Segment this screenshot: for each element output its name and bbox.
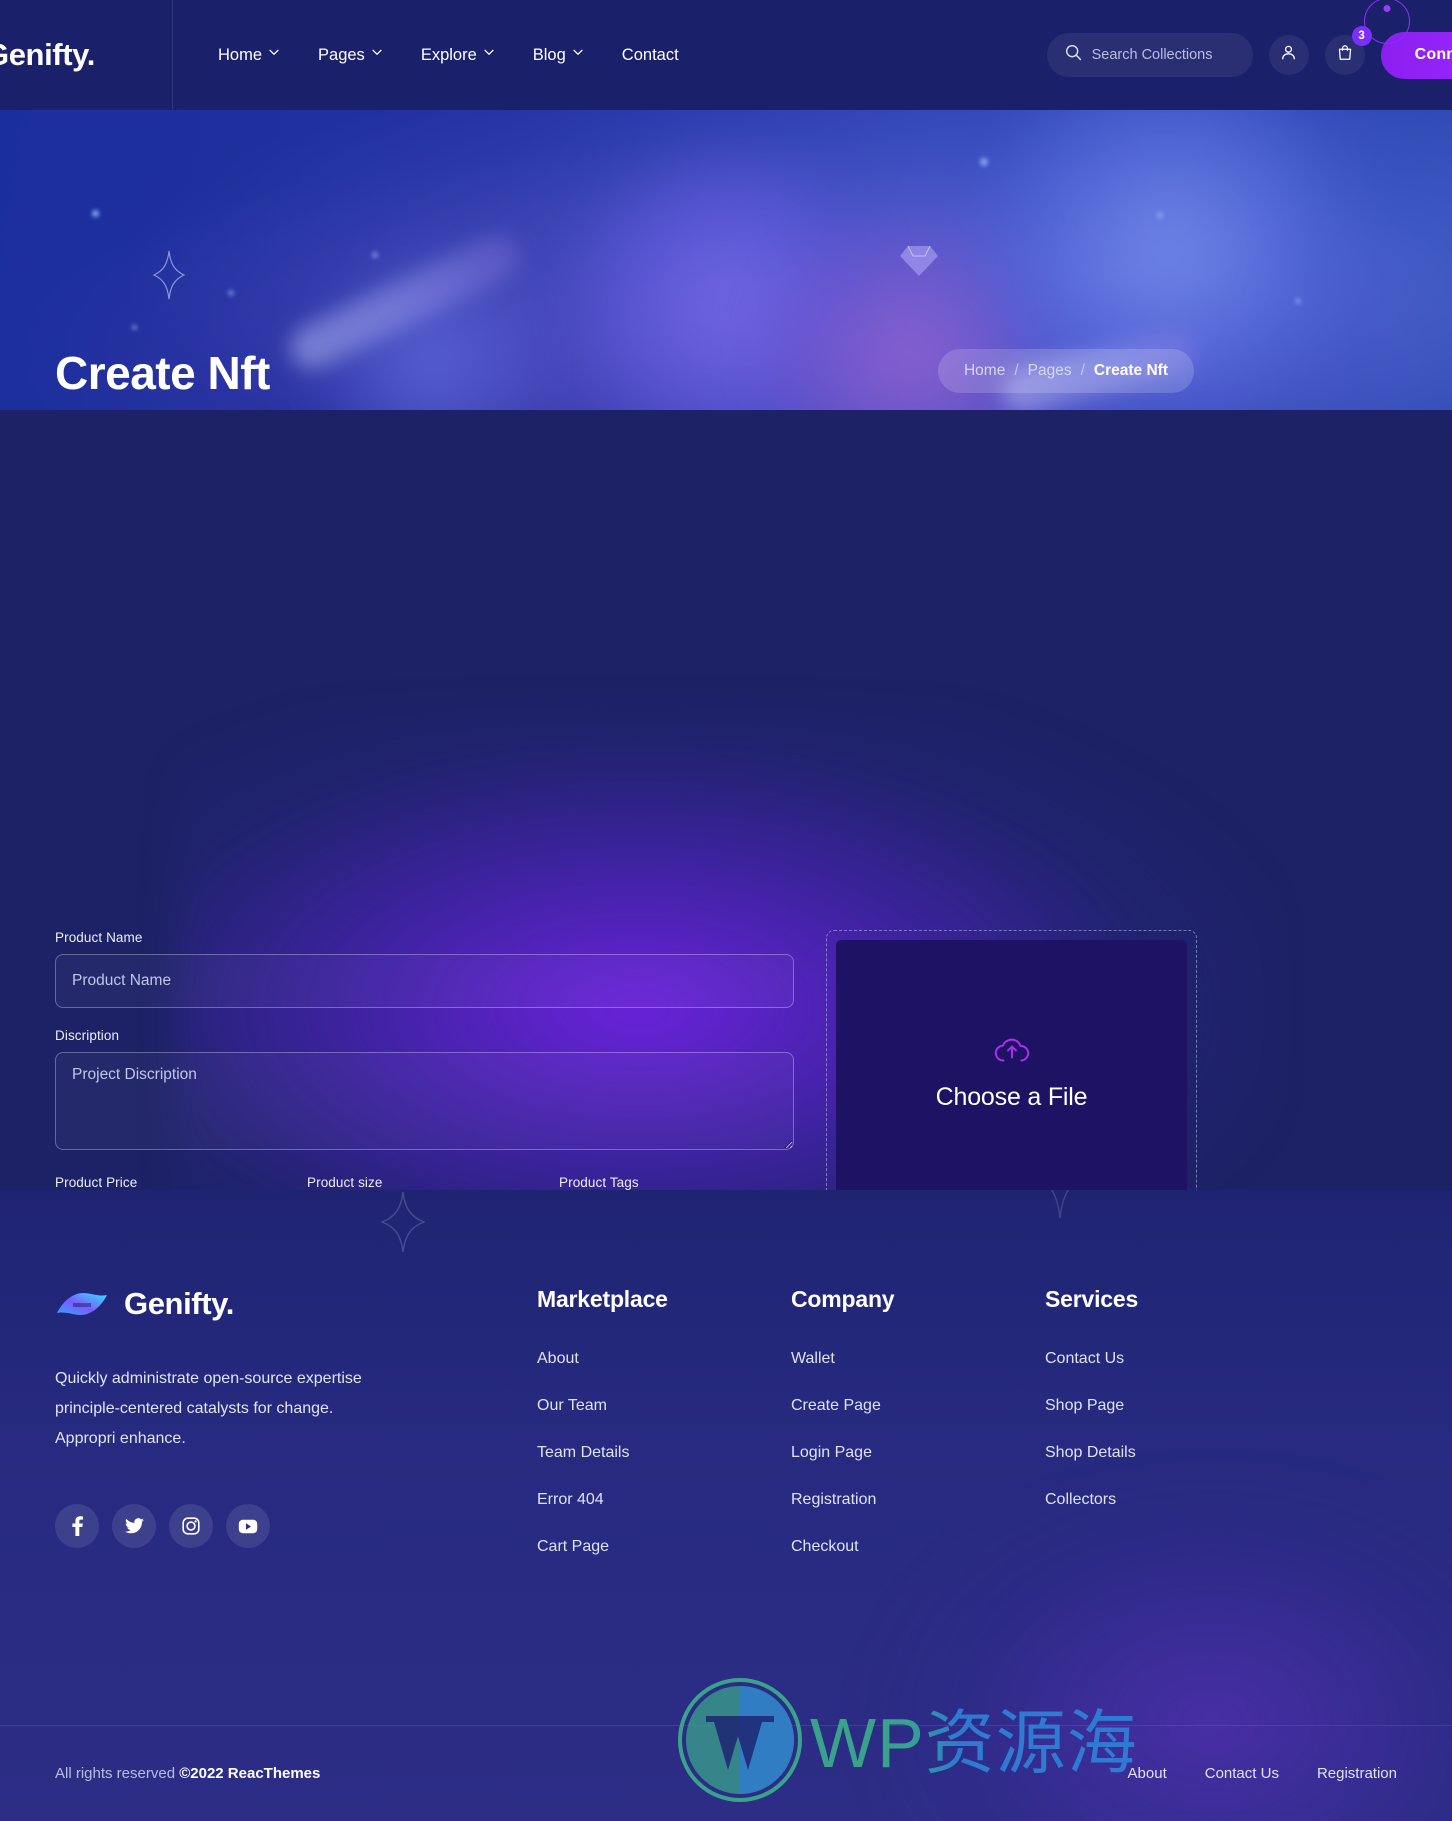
footer-column-company: Company Wallet Create Page Login Page Re…: [791, 1286, 1045, 1585]
shopping-bag-icon: [1337, 44, 1353, 66]
form-row-price-size-tags: Product Price Product size Product Tags: [55, 1175, 794, 1190]
gem-icon: [898, 242, 940, 285]
search-box[interactable]: [1046, 33, 1253, 77]
label-product-price: Product Price: [55, 1175, 138, 1190]
search-icon: [1065, 44, 1082, 66]
footer-link[interactable]: Login Page: [791, 1444, 1045, 1462]
chevron-down-icon: [484, 49, 494, 58]
breadcrumb-item-home[interactable]: Home: [964, 362, 1005, 380]
nav-item-pages[interactable]: Pages: [318, 45, 382, 65]
twitter-icon[interactable]: [112, 1504, 156, 1549]
product-name-input[interactable]: [55, 954, 794, 1008]
field-product-size: Product size: [307, 1175, 542, 1190]
footer-link[interactable]: Registration: [791, 1491, 1045, 1509]
breadcrumb-item-current: Create Nft: [1093, 362, 1168, 379]
header-actions: 3 Connect: [1046, 0, 1452, 79]
file-upload-inner[interactable]: Choose a File: [836, 940, 1187, 1190]
footer-link[interactable]: Shop Page: [1045, 1397, 1138, 1415]
footer-column-marketplace: Marketplace About Our Team Team Details …: [537, 1286, 791, 1585]
breadcrumb: Home / Pages / Create Nft: [937, 349, 1194, 393]
footer-brand: Genifty. Quickly administrate open-sourc…: [55, 1286, 537, 1585]
footer-link[interactable]: Contact Us: [1045, 1350, 1138, 1368]
chevron-down-icon: [573, 49, 583, 58]
footer-column-title: Services: [1045, 1286, 1139, 1312]
nav-item-contact[interactable]: Contact: [622, 46, 679, 65]
account-button[interactable]: [1268, 35, 1309, 75]
footer-link[interactable]: About: [537, 1350, 791, 1368]
site-logo[interactable]: Genifty.: [0, 37, 95, 73]
footer-link[interactable]: Checkout: [791, 1538, 1045, 1556]
form-fields-column: Product Name Discription Product Price P…: [55, 930, 794, 1190]
nav-item-blog[interactable]: Blog: [532, 45, 583, 65]
footer-description: Quickly administrate open-source experti…: [55, 1370, 362, 1448]
label-product-name: Product Name: [55, 930, 143, 945]
sparkle-icon: [152, 250, 186, 305]
field-product-tags: Product Tags: [559, 1175, 794, 1190]
footer-bottom-link-registration[interactable]: Registration: [1317, 1765, 1397, 1782]
footer-bottom-link-contact-us[interactable]: Contact Us: [1205, 1765, 1279, 1782]
create-nft-section: Product Name Discription Product Price P…: [0, 410, 1452, 1190]
breadcrumb-separator: /: [1014, 362, 1019, 379]
hero-banner: Ƀ Create Nft Home / Pages / Create Nft: [0, 110, 1452, 410]
genifty-logo-icon: [55, 1287, 109, 1321]
footer-column-title: Company: [791, 1286, 895, 1312]
main-navigation: Home Pages Explore Blog Contact: [218, 46, 679, 65]
nav-label-blog: Blog: [532, 45, 566, 64]
nav-item-explore[interactable]: Explore: [420, 45, 494, 65]
site-footer: Genifty. Quickly administrate open-sourc…: [0, 1190, 1452, 1821]
footer-bottom-link-about[interactable]: About: [1128, 1765, 1167, 1782]
footer-link[interactable]: Collectors: [1045, 1491, 1138, 1509]
connect-wallet-button[interactable]: Connect: [1380, 31, 1452, 79]
footer-link[interactable]: Create Page: [791, 1397, 1045, 1415]
footer-link[interactable]: Team Details: [537, 1444, 791, 1462]
chevron-down-icon: [372, 49, 382, 58]
breadcrumb-item-pages[interactable]: Pages: [1028, 362, 1072, 380]
footer-link[interactable]: Cart Page: [537, 1538, 791, 1556]
copyright-owner: ©2022 ReacThemes: [179, 1765, 321, 1782]
nav-label-explore: Explore: [420, 45, 477, 64]
nav-label-home: Home: [218, 45, 263, 64]
footer-bottom-bar: All rights reserved ©2022 ReacThemes Abo…: [0, 1725, 1452, 1821]
field-product-price: Product Price: [55, 1175, 290, 1190]
footer-link[interactable]: Wallet: [791, 1350, 1045, 1368]
facebook-icon[interactable]: [55, 1504, 99, 1549]
footer-column-services: Services Contact Us Shop Page Shop Detai…: [1045, 1286, 1138, 1585]
footer-link[interactable]: Error 404: [537, 1491, 791, 1509]
upload-label: Choose a File: [935, 1083, 1088, 1111]
chevron-down-icon: [269, 49, 279, 58]
description-textarea[interactable]: [55, 1052, 794, 1150]
cart-count-badge: 3: [1351, 26, 1372, 46]
footer-column-title: Marketplace: [537, 1286, 668, 1312]
youtube-icon[interactable]: [226, 1504, 270, 1549]
footer-link[interactable]: Shop Details: [1045, 1444, 1138, 1462]
field-description: Discription: [55, 1028, 794, 1155]
copyright-prefix: All rights reserved: [55, 1765, 180, 1782]
breadcrumb-separator: /: [1080, 362, 1085, 379]
footer-socials: [55, 1504, 537, 1549]
file-upload-dropzone[interactable]: Choose a File: [826, 930, 1197, 1190]
user-icon: [1280, 44, 1297, 66]
cart-button[interactable]: 3: [1324, 26, 1372, 75]
page-root: Genifty. Home Pages Explore: [0, 0, 1452, 1821]
label-description: Discription: [55, 1028, 120, 1043]
field-product-name: Product Name: [55, 930, 794, 1008]
nav-label-pages: Pages: [318, 45, 365, 64]
footer-bottom-links: About Contact Us Registration: [1128, 1765, 1397, 1782]
footer-link[interactable]: Our Team: [537, 1397, 791, 1415]
nav-item-home[interactable]: Home: [218, 45, 279, 65]
search-input[interactable]: [1091, 47, 1232, 63]
copyright-text: All rights reserved ©2022 ReacThemes: [55, 1765, 320, 1782]
nav-label-contact: Contact: [621, 45, 679, 64]
footer-brand-name: Genifty.: [124, 1286, 234, 1321]
instagram-icon[interactable]: [169, 1504, 213, 1549]
label-product-size: Product size: [307, 1175, 383, 1190]
logo-cell: Genifty.: [0, 0, 173, 110]
cloud-upload-icon: [994, 1036, 1030, 1069]
footer-logo-row[interactable]: Genifty.: [55, 1286, 537, 1322]
create-nft-form: Product Name Discription Product Price P…: [55, 930, 1397, 1190]
site-header: Genifty. Home Pages Explore: [0, 0, 1452, 110]
label-product-tags: Product Tags: [559, 1175, 639, 1190]
page-title: Create Nft: [55, 347, 270, 399]
footer-content: Genifty. Quickly administrate open-sourc…: [0, 1190, 1452, 1585]
